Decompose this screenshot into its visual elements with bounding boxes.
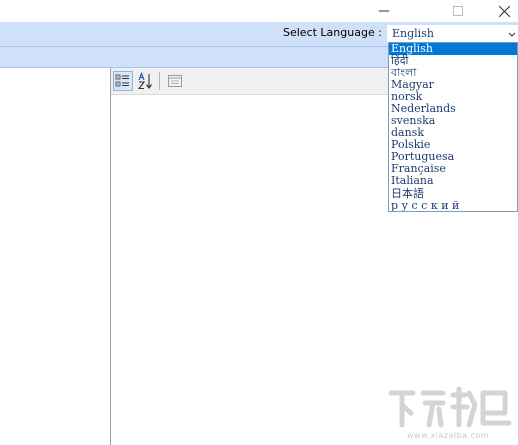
property-pages-button[interactable] (165, 71, 185, 91)
language-option-italiana[interactable]: Italiana (389, 175, 517, 187)
language-select-value: English (392, 27, 434, 40)
property-pages-icon (168, 75, 182, 87)
maximize-button[interactable] (438, 0, 478, 22)
close-button[interactable] (484, 0, 518, 22)
watermark-logo: www.xiazaiba.com (385, 385, 515, 441)
watermark-logo-icon (388, 386, 512, 428)
language-option-english[interactable]: English (389, 43, 517, 55)
maximize-icon (453, 6, 463, 16)
sort-az-icon (137, 72, 152, 90)
select-language-label: Select Language : (283, 26, 382, 39)
language-option-russian[interactable]: р у с с к и й (389, 200, 517, 212)
categorized-icon (115, 74, 129, 87)
title-bar (0, 0, 518, 22)
language-dropdown-list[interactable]: English हिंदी বাংলা Magyar norsk Nederla… (388, 42, 518, 212)
categorized-button[interactable] (113, 71, 133, 91)
watermark-url: www.xiazaiba.com (407, 431, 490, 440)
language-select[interactable]: English (387, 25, 518, 43)
close-icon (498, 5, 510, 17)
toolbar-separator (159, 72, 160, 90)
minimize-button[interactable] (364, 0, 404, 22)
minimize-icon (379, 10, 389, 12)
alphabetical-button[interactable] (136, 71, 156, 91)
tree-pane[interactable] (0, 68, 111, 445)
chevron-down-icon (508, 32, 516, 37)
